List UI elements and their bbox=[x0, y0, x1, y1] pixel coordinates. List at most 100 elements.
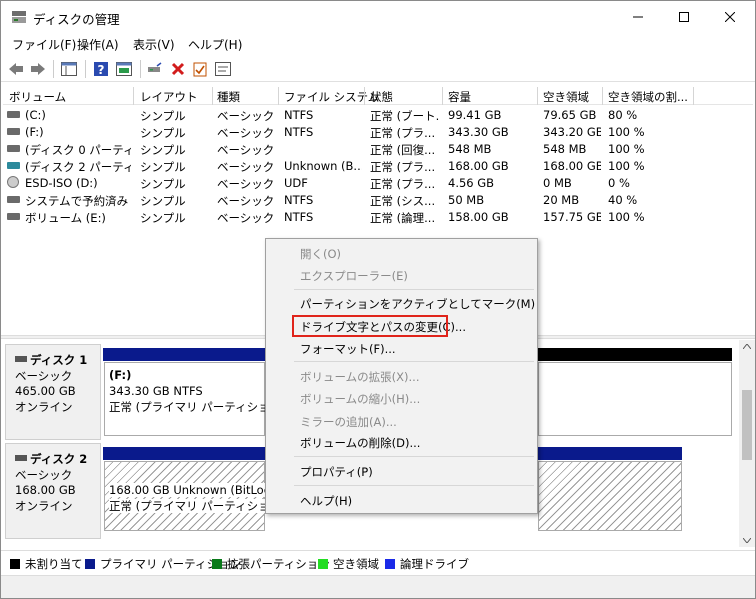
cell-status: 正常 (プラ... bbox=[370, 177, 436, 191]
column-free-percent[interactable]: 空き領域の割... bbox=[608, 89, 688, 105]
menu-help[interactable]: ヘルプ(H) bbox=[188, 36, 242, 53]
cell-type: ベーシック bbox=[217, 109, 275, 123]
cell-fs: NTFS bbox=[284, 125, 314, 139]
cell-capacity: 50 MB bbox=[448, 193, 485, 207]
cell-pct: 100 % bbox=[608, 210, 645, 224]
table-row[interactable]: ボリューム (E:) シンプル ベーシック NTFS 正常 (論理... 158.00 G… bbox=[3, 208, 753, 225]
column-filesystem[interactable]: ファイル システム bbox=[284, 89, 379, 105]
help-button[interactable]: ? bbox=[91, 59, 111, 79]
disk-1-bar-right bbox=[538, 348, 732, 361]
delete-icon bbox=[171, 62, 185, 76]
ctx-delete-volume[interactable]: ボリュームの削除(D)... bbox=[300, 435, 420, 451]
cell-layout: シンプル bbox=[140, 143, 186, 157]
partition-disk2-status: 正常 (プライマリ パーティション) bbox=[109, 499, 286, 513]
graph-scrollbar[interactable] bbox=[739, 340, 755, 547]
cell-pct: 0 % bbox=[608, 176, 630, 190]
scroll-down-icon bbox=[743, 538, 751, 543]
disk-icon bbox=[15, 455, 27, 461]
volume-icon bbox=[7, 196, 20, 203]
check-button[interactable] bbox=[190, 59, 210, 79]
cell-free: 157.75 GB bbox=[543, 210, 601, 224]
legend: 未割り当て プライマリ パーティション 拡張パーティション 空き領域 論理ドライ… bbox=[1, 550, 755, 574]
cell-free: 548 MB bbox=[543, 142, 587, 156]
help-icon: ? bbox=[94, 62, 108, 77]
table-row[interactable]: (C:) シンプル ベーシック NTFS 正常 (ブート... 99.41 GB 79.65… bbox=[3, 106, 753, 123]
connect-button[interactable] bbox=[145, 59, 165, 79]
column-type[interactable]: 種類 bbox=[217, 89, 240, 105]
minimize-button[interactable] bbox=[615, 1, 661, 33]
cell-layout: シンプル bbox=[140, 160, 186, 174]
disk-2-label[interactable]: ディスク 2 ベーシック 168.00 GB オンライン bbox=[5, 443, 101, 539]
table-row[interactable]: (ディスク 2 パーティシ... シンプル ベーシック Unknown (B... 正常… bbox=[3, 157, 753, 174]
disk-1-partition-f[interactable]: (F:) 343.30 GB NTFS 正常 (プライマリ パーティション) bbox=[104, 362, 286, 436]
column-free-space[interactable]: 空き領域 bbox=[543, 89, 589, 105]
forward-button[interactable] bbox=[28, 59, 48, 79]
table-row[interactable]: (ディスク 0 パーティシ... シンプル ベーシック 正常 (回復... 548 MB… bbox=[3, 140, 753, 157]
table-row[interactable]: システムで予約済み シンプル ベーシック NTFS 正常 (シス... 50 MB 20 M… bbox=[3, 191, 753, 208]
cell-free: 20 MB bbox=[543, 193, 580, 207]
maximize-button[interactable] bbox=[661, 1, 707, 33]
scrollbar-thumb[interactable] bbox=[742, 390, 752, 460]
title-bar: ディスクの管理 bbox=[1, 1, 755, 33]
column-status[interactable]: 状態 bbox=[370, 89, 393, 105]
menu-file[interactable]: ファイル(F) bbox=[12, 36, 76, 53]
ctx-help[interactable]: ヘルプ(H) bbox=[300, 493, 352, 509]
table-row[interactable]: ESD-ISO (D:) シンプル ベーシック UDF 正常 (プラ... 4.56 GB… bbox=[3, 174, 753, 191]
context-menu: 開く(O) エクスプローラー(E) パーティションをアクティブとしてマーク(M)… bbox=[265, 238, 538, 514]
cell-capacity: 168.00 GB bbox=[448, 159, 509, 173]
cell-capacity: 99.41 GB bbox=[448, 108, 502, 122]
legend-unallocated: 未割り当て bbox=[10, 556, 83, 572]
cell-type: ベーシック bbox=[217, 177, 275, 191]
window-title: ディスクの管理 bbox=[33, 12, 120, 27]
scroll-up-icon bbox=[743, 344, 751, 349]
ctx-shrink[interactable]: ボリュームの縮小(H)... bbox=[300, 391, 420, 407]
cell-type: ベーシック bbox=[217, 194, 275, 208]
cell-status: 正常 (ブート... bbox=[370, 109, 440, 123]
cell-status: 正常 (論理... bbox=[370, 211, 436, 225]
ctx-extend[interactable]: ボリュームの拡張(X)... bbox=[300, 369, 419, 385]
cell-fs: NTFS bbox=[284, 108, 314, 122]
disk-1-partition-right[interactable] bbox=[538, 362, 732, 436]
volume-icon bbox=[7, 128, 20, 135]
cell-capacity: 548 MB bbox=[448, 142, 492, 156]
cell-status: 正常 (プラ... bbox=[370, 126, 436, 140]
menu-action[interactable]: 操作(A) bbox=[77, 36, 119, 53]
toolbar: ? bbox=[1, 56, 755, 82]
ctx-mark-active[interactable]: パーティションをアクティブとしてマーク(M) bbox=[300, 296, 535, 312]
disk-icon bbox=[15, 356, 27, 362]
ctx-format[interactable]: フォーマット(F)... bbox=[300, 341, 396, 357]
menu-view[interactable]: 表示(V) bbox=[133, 36, 175, 53]
cell-layout: シンプル bbox=[140, 194, 186, 208]
disk-2-type: ベーシック bbox=[15, 467, 73, 482]
console-tree-button[interactable] bbox=[59, 59, 79, 79]
settings-button[interactable] bbox=[213, 59, 233, 79]
highlight-box bbox=[292, 315, 448, 337]
disk-2-partition-right[interactable] bbox=[538, 461, 682, 531]
disk-management-app-icon bbox=[12, 11, 26, 23]
table-row[interactable]: (F:) シンプル ベーシック NTFS 正常 (プラ... 343.30 GB 343.2… bbox=[3, 123, 753, 140]
maximize-icon bbox=[679, 12, 689, 22]
ctx-open[interactable]: 開く(O) bbox=[300, 246, 341, 262]
partition-f-detail: 343.30 GB NTFS bbox=[109, 384, 203, 398]
volume-icon bbox=[7, 111, 20, 118]
column-volume[interactable]: ボリューム bbox=[9, 89, 66, 105]
cell-fs: NTFS bbox=[284, 193, 314, 207]
cell-pct: 100 % bbox=[608, 125, 645, 139]
column-capacity[interactable]: 容量 bbox=[448, 89, 471, 105]
cell-capacity: 4.56 GB bbox=[448, 176, 495, 190]
column-layout[interactable]: レイアウト bbox=[140, 89, 198, 105]
ctx-add-mirror[interactable]: ミラーの追加(A)... bbox=[300, 414, 397, 430]
properties-button[interactable] bbox=[114, 59, 134, 79]
legend-extended-partition: 拡張パーティション bbox=[212, 556, 330, 572]
legend-free-space: 空き領域 bbox=[318, 556, 379, 572]
cell-free: 0 MB bbox=[543, 176, 572, 190]
ctx-explorer[interactable]: エクスプローラー(E) bbox=[300, 268, 408, 284]
cell-name: (F:) bbox=[25, 125, 44, 139]
disk-2-partition[interactable]: 168.00 GB Unknown (BitLocker 正常 (プライマリ パ… bbox=[104, 461, 289, 531]
disk-1-label[interactable]: ディスク 1 ベーシック 465.00 GB オンライン bbox=[5, 344, 101, 440]
delete-button[interactable] bbox=[168, 59, 188, 79]
disk-1-size: 465.00 GB bbox=[15, 384, 76, 398]
back-button[interactable] bbox=[6, 59, 26, 79]
ctx-properties[interactable]: プロパティ(P) bbox=[300, 464, 373, 480]
close-button[interactable] bbox=[707, 1, 753, 33]
